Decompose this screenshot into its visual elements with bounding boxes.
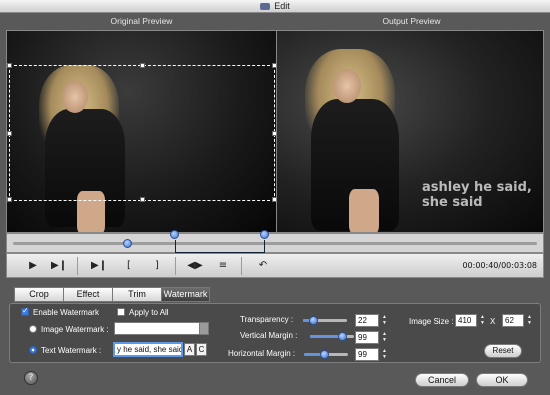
divider — [175, 257, 176, 275]
mark-in-icon[interactable]: [ — [121, 258, 137, 274]
stepper-down-icon[interactable]: ▼ — [526, 320, 533, 326]
color-button[interactable]: C — [196, 343, 207, 356]
edit-window: Edit Original Preview Output Preview ash… — [0, 0, 550, 395]
time-display: 00:00:40/00:03:08 — [462, 261, 537, 270]
text-watermark-label: Text Watermark : — [41, 346, 102, 355]
ok-button[interactable]: OK — [476, 373, 528, 387]
crop-handle[interactable] — [7, 63, 12, 68]
crop-handle[interactable] — [7, 197, 12, 202]
window-title: Edit — [274, 1, 290, 11]
enable-watermark-checkbox[interactable] — [21, 306, 29, 316]
step-forward-icon[interactable]: ▶❙ — [51, 258, 67, 274]
vertical-margin-value-field[interactable]: 99 — [355, 331, 379, 344]
flip-vertical-icon[interactable]: ≡ — [215, 258, 231, 274]
image-height-field[interactable]: 62 — [502, 314, 524, 327]
image-width-stepper[interactable]: ▲ ▼ — [479, 314, 486, 326]
reset-button[interactable]: Reset — [484, 344, 522, 358]
stepper-down-icon[interactable]: ▼ — [479, 320, 486, 326]
stepper-down-icon[interactable]: ▼ — [381, 320, 388, 326]
watermark-overlay-text: ashley he said, she said — [422, 180, 532, 210]
crop-handle[interactable] — [7, 131, 12, 136]
trim-start-handle[interactable] — [170, 230, 180, 239]
text-watermark-input[interactable]: y he said, she said — [113, 342, 183, 357]
image-width-field[interactable]: 410 — [455, 314, 477, 327]
vertical-margin-stepper[interactable]: ▲ ▼ — [381, 331, 388, 343]
tab-watermark[interactable]: Watermark — [161, 287, 210, 302]
divider — [241, 257, 242, 275]
app-icon — [260, 2, 271, 10]
watermark-panel: Enable Watermark Apply to All Image Wate… — [9, 303, 541, 363]
play-icon[interactable]: ▶ — [25, 258, 41, 274]
font-button[interactable]: A — [184, 343, 195, 356]
crop-box[interactable] — [7, 63, 276, 202]
timeline-track[interactable] — [13, 242, 537, 245]
timeline[interactable] — [6, 230, 544, 253]
help-icon[interactable]: ? — [24, 371, 38, 385]
transparency-thumb[interactable] — [309, 316, 318, 325]
browse-image-button[interactable] — [199, 322, 209, 335]
transparency-value-field[interactable]: 22 — [355, 314, 379, 327]
undo-icon[interactable]: ↶ — [255, 258, 271, 274]
title-bar: Edit — [0, 0, 550, 13]
output-preview-label: Output Preview — [382, 16, 441, 26]
horizontal-margin-value-field[interactable]: 99 — [355, 348, 379, 361]
vertical-margin-slider[interactable] — [310, 332, 354, 341]
trim-end-handle[interactable] — [259, 230, 269, 239]
edit-tabs: Crop Effect Trim Watermark — [14, 287, 210, 302]
image-watermark-label: Image Watermark : — [41, 325, 109, 334]
image-watermark-radio[interactable] — [29, 325, 37, 333]
enable-watermark-label: Enable Watermark — [33, 308, 99, 317]
mark-out-icon[interactable]: ] — [149, 258, 165, 274]
crop-handle[interactable] — [140, 197, 145, 202]
transparency-label: Transparency : — [240, 315, 294, 324]
playhead-thumb[interactable] — [123, 239, 133, 248]
image-watermark-field[interactable] — [114, 322, 200, 335]
image-height-stepper[interactable]: ▲ ▼ — [526, 314, 533, 326]
horizontal-margin-slider[interactable] — [304, 350, 348, 359]
flip-horizontal-icon[interactable]: ◀▶ — [187, 258, 203, 274]
vertical-margin-label: Vertical Margin : — [240, 331, 298, 340]
original-preview-label: Original Preview — [110, 16, 173, 26]
stepper-down-icon[interactable]: ▼ — [381, 337, 388, 343]
tab-effect[interactable]: Effect — [63, 287, 112, 302]
cancel-button[interactable]: Cancel — [415, 373, 469, 387]
horizontal-margin-thumb[interactable] — [320, 350, 329, 359]
horizontal-margin-label: Horizontal Margin : — [228, 349, 296, 358]
size-separator: X — [490, 317, 496, 326]
tab-trim[interactable]: Trim — [112, 287, 161, 302]
snapshot-icon[interactable]: ▶❙ — [91, 258, 107, 274]
divider — [77, 257, 78, 275]
image-size-label: Image Size : — [409, 317, 454, 326]
vertical-margin-thumb[interactable] — [338, 332, 347, 341]
tab-crop[interactable]: Crop — [14, 287, 63, 302]
horizontal-margin-stepper[interactable]: ▲ ▼ — [381, 348, 388, 360]
trim-selection[interactable] — [175, 240, 265, 253]
playback-toolbar: ▶ ▶❙ ▶❙ [ ] ◀▶ ≡ ↶ 00:00:40/00:03:08 — [6, 253, 544, 278]
apply-to-all-label: Apply to All — [129, 308, 169, 317]
figure-face — [333, 69, 361, 103]
text-watermark-radio[interactable] — [29, 346, 37, 354]
crop-handle[interactable] — [140, 63, 145, 68]
transparency-slider[interactable] — [303, 316, 347, 325]
stepper-down-icon[interactable]: ▼ — [381, 354, 388, 360]
original-preview — [6, 30, 277, 233]
figure-leg — [349, 189, 379, 232]
transparency-stepper[interactable]: ▲ ▼ — [381, 314, 388, 326]
apply-to-all-checkbox[interactable] — [117, 308, 125, 316]
